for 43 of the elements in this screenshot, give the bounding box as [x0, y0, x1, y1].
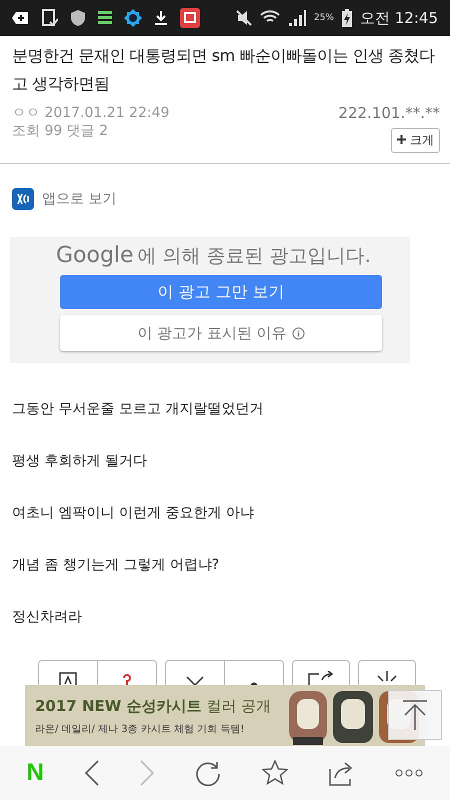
body-paragraph: 그동안 무서운줄 모르고 개지랄떨었던거: [12, 400, 264, 419]
box-icon: [59, 672, 77, 686]
shield-icon: [70, 9, 86, 27]
ad-closed-message: 에 의해 종료된 광고입니다.: [138, 244, 371, 269]
more-icon[interactable]: [395, 769, 424, 777]
app-logo-icon: [12, 188, 34, 210]
ip-address: 222.101.**.**: [338, 104, 440, 122]
banner-headline: 2017 NEW 순성카시트 컬러 공개: [35, 696, 272, 716]
signal-icon: [288, 9, 306, 27]
body-paragraph: 평생 후회하게 될거다: [12, 452, 148, 471]
brightness-icon: [124, 9, 142, 27]
info-icon: [292, 326, 305, 340]
share-icon[interactable]: [328, 760, 354, 786]
google-wordmark: Google: [56, 243, 134, 268]
app-icon: [180, 8, 200, 28]
plus-icon: [397, 135, 406, 144]
scroll-to-top-button[interactable]: [388, 690, 442, 740]
post-stats: 조회 99 댓글 2: [12, 122, 108, 140]
mute-icon: [236, 10, 252, 26]
text-size-button[interactable]: 크게: [391, 128, 440, 153]
battery-percent: 25%: [314, 13, 334, 23]
stop-ad-button[interactable]: 이 광고 그만 보기: [60, 275, 382, 309]
stack-icon: [98, 10, 112, 26]
post-author-date: ㅇㅇ 2017.01.21 22:49: [12, 104, 170, 122]
battery-icon: [342, 9, 352, 27]
body-paragraph: 여초니 엠팍이니 이런게 중요한게 아냐: [12, 504, 255, 523]
open-in-app-link[interactable]: 앱으로 보기: [42, 190, 116, 208]
tablet-check-icon: [42, 9, 58, 27]
notification-icon: [12, 10, 30, 26]
share-icon: [308, 671, 334, 685]
hook-icon: [123, 674, 131, 686]
why-ad-button[interactable]: 이 광고가 표시된 이유: [60, 315, 382, 351]
reload-icon[interactable]: [194, 760, 221, 786]
body-paragraph: 개념 좀 챙기는게 그렇게 어렵냐?: [12, 556, 220, 575]
banner-subline: 라온/ 데일리/ 제나 3종 카시트 체험 기회 득템!: [35, 722, 246, 736]
body-paragraph: 정신차려라: [12, 608, 83, 627]
download-icon: [154, 10, 168, 26]
chevron-icon: [186, 676, 204, 686]
clock: 오전 12:45: [360, 8, 438, 28]
arrow-up-icon: [402, 700, 428, 730]
post-title: 분명한건 문재인 대통령되면 sm 빠순이빠돌이는 인생 종쳤다고 생각하면됨: [12, 45, 436, 95]
back-icon[interactable]: [84, 760, 99, 786]
star-icon[interactable]: [262, 760, 288, 786]
